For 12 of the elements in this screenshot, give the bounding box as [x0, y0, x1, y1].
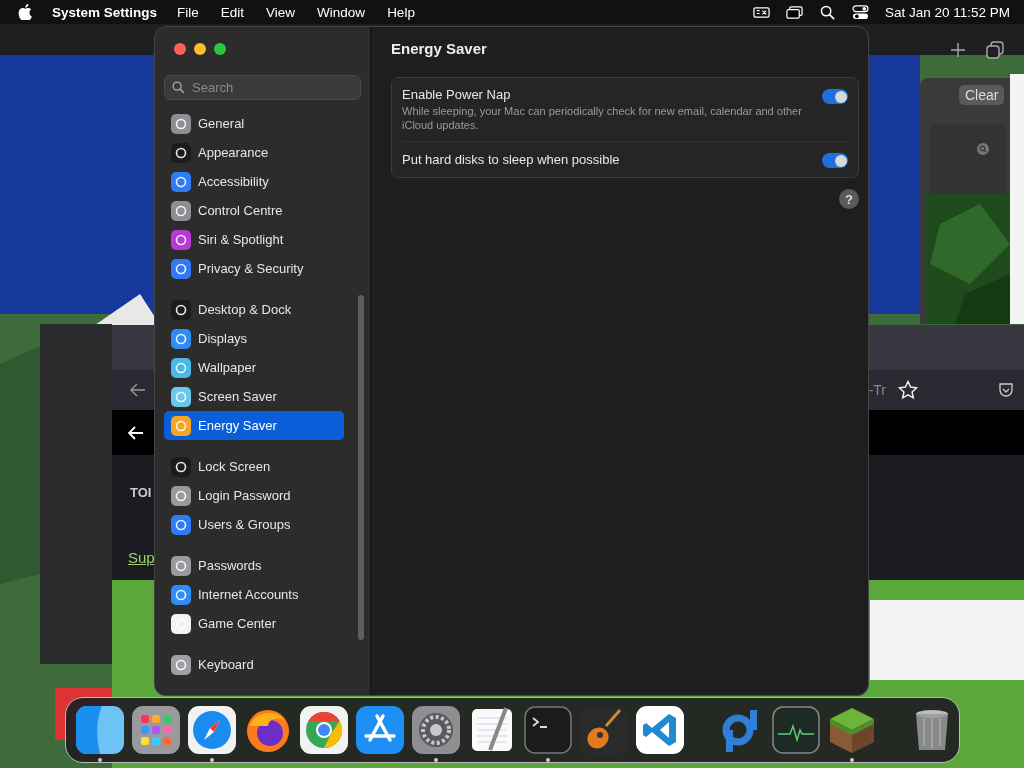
apple-logo-icon[interactable]: [18, 4, 32, 20]
windows-icon[interactable]: [785, 4, 803, 20]
control-centre-icon[interactable]: [851, 4, 869, 20]
menu-item[interactable]: Window: [317, 4, 366, 20]
menu-item[interactable]: File: [177, 4, 199, 20]
app-name-menu[interactable]: System Settings: [52, 4, 158, 20]
menu-bar-clock[interactable]: Sat Jan 20 11:52 PM: [884, 4, 1010, 20]
menu-item[interactable]: Help: [387, 4, 415, 20]
menu-item[interactable]: View: [266, 4, 296, 20]
keyboard-input-icon[interactable]: [752, 4, 770, 20]
menu-item[interactable]: Edit: [220, 4, 245, 20]
search-icon[interactable]: [818, 4, 836, 20]
